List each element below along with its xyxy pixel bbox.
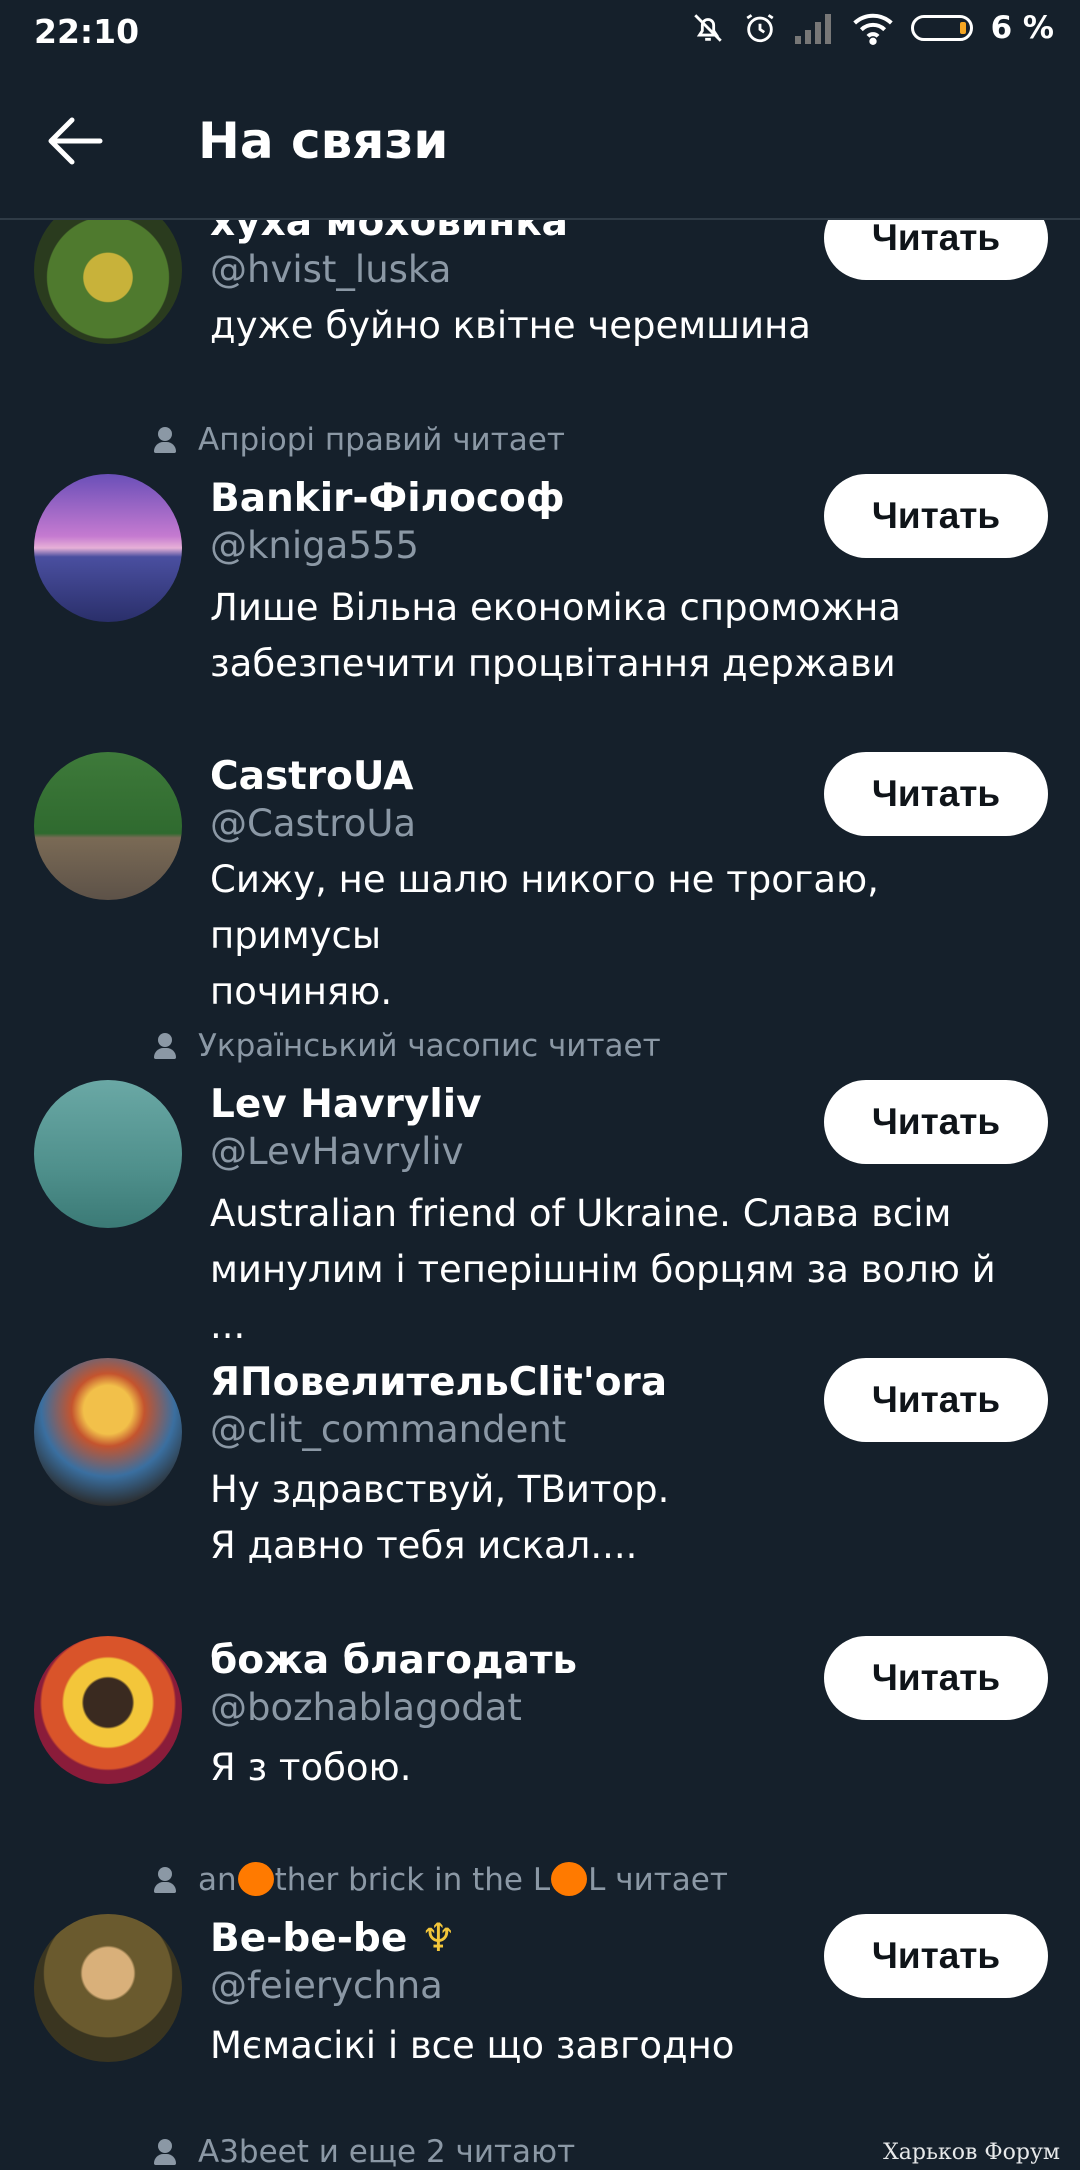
follow-button[interactable]: Читать	[824, 752, 1048, 836]
follow-button[interactable]: Читать	[824, 1636, 1048, 1720]
user-name[interactable]: Be-be-be ♆	[210, 1916, 456, 1961]
follow-button[interactable]: Читать	[824, 1914, 1048, 1998]
person-icon	[154, 1033, 176, 1059]
avatar[interactable]	[34, 1914, 182, 2062]
alarm-icon	[746, 14, 774, 43]
back-arrow-icon[interactable]	[46, 116, 104, 166]
follow-button[interactable]: Читать	[824, 474, 1048, 558]
user-handle: @clit_commandent	[210, 1408, 567, 1451]
battery-icon	[910, 15, 973, 41]
battery-percent: 6 %	[990, 10, 1054, 46]
user-handle: @kniga555	[210, 524, 419, 567]
watermark: Харьков Форум	[883, 2140, 1060, 2165]
follow-button[interactable]: Читать	[824, 1080, 1048, 1164]
avatar[interactable]	[34, 1636, 182, 1784]
user-bio: дуже буйно квітне черемшина	[210, 304, 811, 347]
user-handle: @hvist_luska	[210, 248, 452, 291]
user-handle: @LevHavryliv	[210, 1130, 464, 1173]
user-handle: @CastroUa	[210, 802, 417, 845]
avatar[interactable]	[34, 1358, 182, 1506]
user-name[interactable]: ЯПовелительClit'ora	[210, 1360, 667, 1405]
trident-icon: ♆	[420, 1916, 456, 1961]
person-icon	[154, 427, 176, 453]
user-bio: Лише Вільна економіка спроможна забезпеч…	[210, 586, 901, 685]
user-bio: Я з тобою.	[210, 1746, 412, 1789]
user-bio: Мємасікі і все що завгодно	[210, 2024, 735, 2067]
user-name[interactable]: CastroUA	[210, 754, 413, 799]
status-bar: 22:10 6 %	[0, 0, 1080, 64]
user-handle: @bozhablagodat	[210, 1686, 522, 1729]
person-icon	[154, 1867, 176, 1893]
jack-o-lantern-icon	[551, 1862, 588, 1896]
app-bar: На связи	[0, 64, 1080, 220]
social-context: A3beet и еще 2 читают	[154, 2134, 575, 2170]
follow-button[interactable]: Читать	[824, 1358, 1048, 1442]
user-name[interactable]: Lev Havryliv	[210, 1082, 482, 1127]
status-icons: 6 %	[691, 10, 1054, 46]
user-bio: Ну здравствуй, ТВитор. Я давно тебя иска…	[210, 1468, 670, 1567]
social-context: Український часопис читает	[154, 1028, 661, 1064]
avatar[interactable]	[34, 752, 182, 900]
social-context: an ther brick in the LL читает	[154, 1862, 728, 1898]
status-time: 22:10	[34, 12, 140, 51]
page-title: На связи	[198, 112, 449, 170]
user-handle: @feierychna	[210, 1964, 443, 2007]
user-name[interactable]: божа благодать	[210, 1638, 577, 1683]
wifi-icon	[852, 13, 893, 45]
user-name[interactable]: Bankir-Філософ	[210, 476, 565, 521]
user-bio: Australian friend of Ukraine. Слава всім…	[210, 1192, 996, 1347]
bell-off-icon	[693, 14, 722, 42]
signal-icon	[794, 14, 831, 44]
social-context: Апріорі правий читает	[154, 422, 565, 458]
jack-o-lantern-icon	[237, 1862, 274, 1896]
user-bio: Сижу, не шалю никого не трогаю, примусы …	[210, 858, 879, 1013]
avatar[interactable]	[34, 474, 182, 622]
person-icon	[154, 2139, 176, 2165]
avatar[interactable]	[34, 1080, 182, 1228]
